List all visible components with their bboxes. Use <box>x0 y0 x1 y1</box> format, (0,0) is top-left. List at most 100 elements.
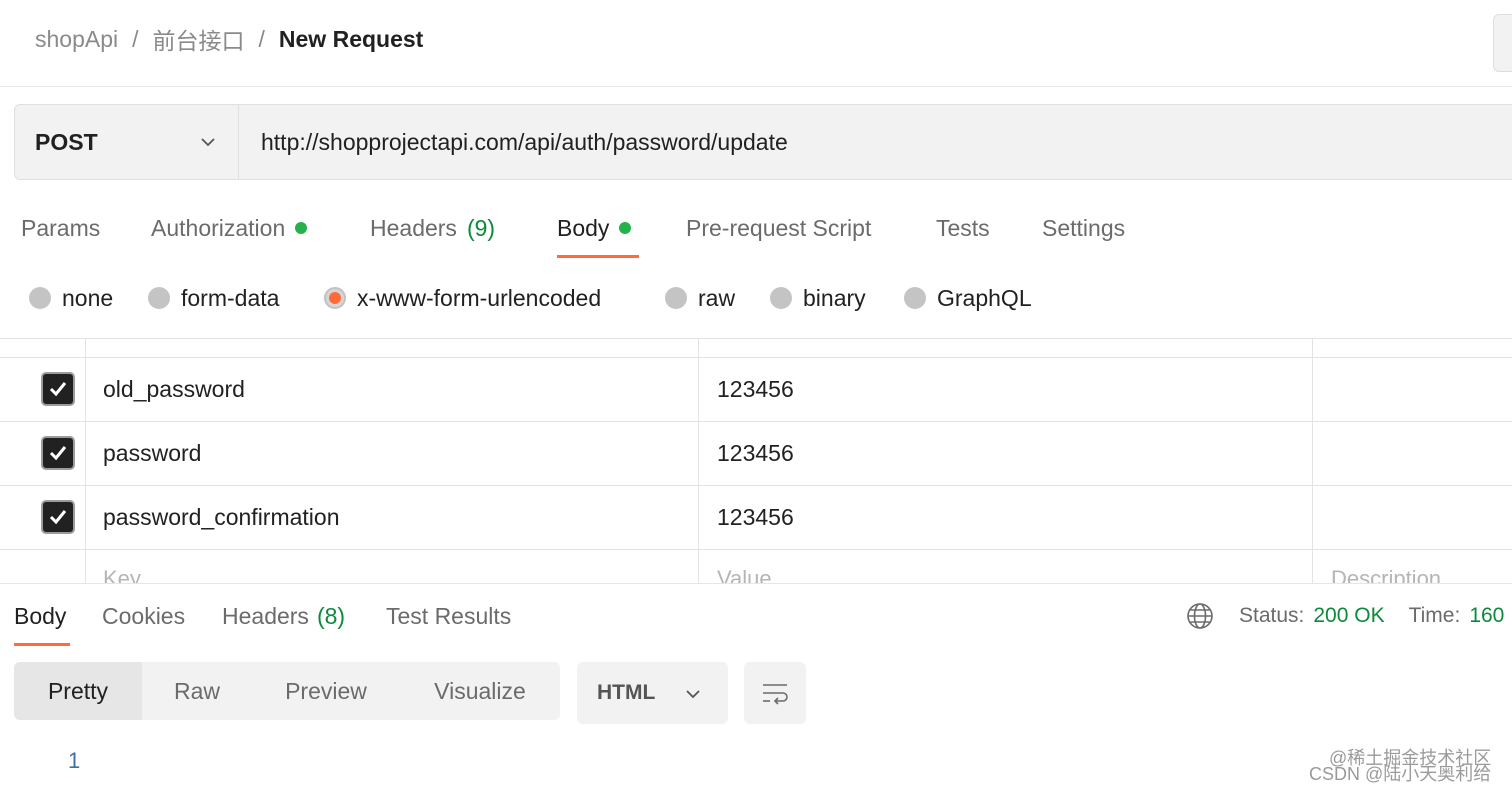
radio-binary[interactable]: binary <box>770 282 866 314</box>
time-value[interactable]: 160 <box>1469 604 1504 628</box>
headers-count: (9) <box>466 214 496 241</box>
row-checkbox[interactable] <box>41 436 75 470</box>
view-preview-button[interactable]: Preview <box>252 662 400 720</box>
view-raw-button[interactable]: Raw <box>142 662 252 720</box>
radio-raw-label: raw <box>698 284 736 311</box>
radio-selected-dot <box>329 292 341 304</box>
radio-circle-selected <box>324 287 346 309</box>
tab-pre-request-label: Pre-request Script <box>686 214 872 241</box>
tab-body[interactable]: Body <box>557 212 632 244</box>
chevron-down-icon <box>201 138 215 147</box>
tab-settings-label: Settings <box>1042 214 1126 241</box>
tab-tests[interactable]: Tests <box>936 212 990 244</box>
response-status-area: Status: 200 OK Time: 160 <box>1186 600 1504 632</box>
response-format-select[interactable]: HTML <box>577 662 728 724</box>
response-headers-count: (8) <box>316 602 346 629</box>
breadcrumb-collection[interactable]: shopApi <box>35 26 118 53</box>
param-key-input[interactable]: old_password <box>103 372 245 406</box>
table-col-divider <box>85 338 86 583</box>
response-divider[interactable] <box>0 583 1512 584</box>
radio-none-label: none <box>62 284 114 311</box>
response-tab-headers-label: Headers <box>222 602 309 629</box>
value-placeholder-input[interactable]: Value <box>717 566 772 583</box>
response-tab-body[interactable]: Body <box>14 600 66 632</box>
request-name[interactable]: New Request <box>279 26 423 53</box>
globe-icon[interactable] <box>1186 602 1214 630</box>
view-pretty-button[interactable]: Pretty <box>14 662 142 720</box>
tab-pre-request-script[interactable]: Pre-request Script <box>686 212 871 244</box>
tab-active-underline <box>557 255 639 258</box>
radio-form-data-label: form-data <box>181 284 280 311</box>
view-visualize-button[interactable]: Visualize <box>400 662 560 720</box>
tab-authorization[interactable]: Authorization <box>151 212 308 244</box>
tab-headers[interactable]: Headers (9) <box>370 212 495 244</box>
tab-authorization-label: Authorization <box>151 214 286 241</box>
code-line-number: 1 <box>68 748 81 773</box>
method-select[interactable]: POST <box>14 104 239 180</box>
time-label: Time: <box>1408 604 1461 627</box>
radio-circle <box>904 287 926 309</box>
watermark-csdn: CSDN @陆小天奥利给 <box>1309 764 1492 784</box>
row-checkbox[interactable] <box>41 372 75 406</box>
tab-tests-label: Tests <box>936 214 990 241</box>
tab-params[interactable]: Params <box>21 212 100 244</box>
status-value[interactable]: 200 OK <box>1313 604 1384 628</box>
radio-none[interactable]: none <box>29 282 113 314</box>
header-divider <box>0 86 1512 87</box>
radio-x-www-form-urlencoded[interactable]: x-www-form-urlencoded <box>324 282 601 314</box>
param-key-input[interactable]: password_confirmation <box>103 500 340 534</box>
breadcrumb: shopApi / 前台接口 / New Request <box>35 22 423 56</box>
param-key-input[interactable]: password <box>103 436 201 470</box>
radio-form-data[interactable]: form-data <box>148 282 279 314</box>
param-value-input[interactable]: 123456 <box>717 500 794 534</box>
response-tab-cookies-label: Cookies <box>102 602 186 629</box>
breadcrumb-separator: / <box>258 25 265 52</box>
tab-settings[interactable]: Settings <box>1042 212 1125 244</box>
response-tab-headers[interactable]: Headers (8) <box>222 600 345 632</box>
radio-circle <box>148 287 170 309</box>
table-col-divider <box>1312 338 1313 583</box>
param-value-input[interactable]: 123456 <box>717 436 794 470</box>
active-indicator-dot <box>295 222 308 234</box>
response-tab-test-results-label: Test Results <box>386 602 512 629</box>
radio-graphql[interactable]: GraphQL <box>904 282 1032 314</box>
table-row-divider <box>0 485 1512 486</box>
breadcrumb-folder[interactable]: 前台接口 <box>153 22 245 56</box>
save-button-edge[interactable] <box>1493 14 1512 72</box>
response-tab-underline <box>14 643 70 646</box>
url-input[interactable]: http://shopprojectapi.com/api/auth/passw… <box>261 104 788 180</box>
table-col-divider <box>698 338 699 583</box>
radio-binary-label: binary <box>803 284 866 311</box>
check-icon <box>49 446 67 461</box>
tab-headers-label: Headers <box>370 214 457 241</box>
wrap-lines-icon <box>763 684 788 705</box>
tab-params-label: Params <box>21 214 101 241</box>
radio-circle <box>770 287 792 309</box>
table-row-divider <box>0 357 1512 358</box>
key-placeholder-input[interactable]: Key <box>103 566 141 583</box>
check-icon <box>49 382 67 397</box>
method-label: POST <box>35 128 98 155</box>
radio-graphql-label: GraphQL <box>937 284 1032 311</box>
param-value-input[interactable]: 123456 <box>717 372 794 406</box>
radio-urlencoded-label: x-www-form-urlencoded <box>357 284 602 311</box>
response-tab-test-results[interactable]: Test Results <box>386 600 511 632</box>
new-param-row: Key Value Description <box>0 550 1512 583</box>
wrap-lines-button[interactable] <box>744 662 806 724</box>
description-placeholder-input[interactable]: Description <box>1331 566 1441 583</box>
response-tab-body-label: Body <box>14 602 67 629</box>
active-indicator-dot <box>619 222 632 234</box>
response-tab-cookies[interactable]: Cookies <box>102 600 185 632</box>
radio-circle <box>665 287 687 309</box>
row-checkbox[interactable] <box>41 500 75 534</box>
status-label: Status: <box>1239 604 1305 627</box>
radio-raw[interactable]: raw <box>665 282 735 314</box>
response-view-toggle: Pretty Raw Preview Visualize <box>14 662 560 720</box>
breadcrumb-separator: / <box>132 25 139 52</box>
chevron-down-icon <box>686 690 700 699</box>
table-row-divider <box>0 421 1512 422</box>
check-icon <box>49 510 67 525</box>
radio-circle <box>29 287 51 309</box>
format-label: HTML <box>597 681 656 704</box>
tab-body-label: Body <box>557 214 610 241</box>
